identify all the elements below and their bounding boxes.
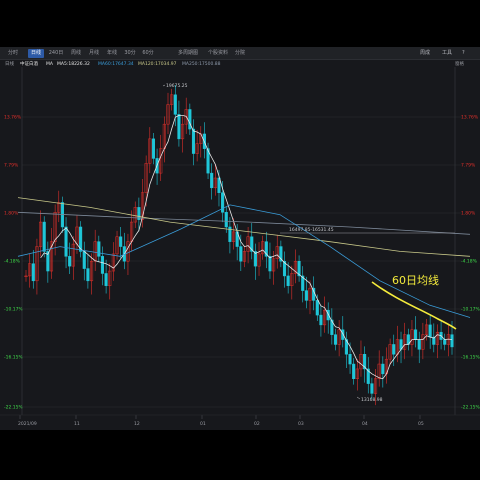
x-axis-label: 01: [200, 421, 206, 427]
high-marker: [162, 84, 166, 87]
y-axis-label-right: -22.15%: [461, 405, 480, 411]
candle-body[interactable]: [104, 273, 108, 286]
candle-body[interactable]: [333, 334, 338, 345]
candle-body[interactable]: [304, 290, 308, 301]
candle-body[interactable]: [268, 256, 272, 272]
candle-body[interactable]: [31, 263, 35, 282]
ma120-line: [17, 197, 471, 257]
candle-body[interactable]: [370, 383, 374, 394]
candle-body[interactable]: [68, 256, 72, 267]
candle-body[interactable]: [82, 251, 86, 269]
y-axis-label-right: -10.17%: [461, 307, 480, 313]
y-axis-label-left: 13.76%: [4, 115, 22, 121]
y-axis-label-left: 7.79%: [4, 163, 19, 169]
candle-body[interactable]: [100, 256, 105, 274]
candlestick-chart[interactable]: 13.76% 13.76% 7.79% 7.79% 1.80% 1.80% -4.18% -4…: [0, 47, 480, 430]
candle-body[interactable]: [173, 94, 177, 115]
candle-body[interactable]: [64, 226, 68, 257]
candle-body[interactable]: [286, 275, 290, 286]
x-axis-label: 03: [298, 421, 304, 427]
y-axis-label-right: -4.18%: [461, 259, 478, 265]
candle-body[interactable]: [352, 363, 356, 379]
candle-body[interactable]: [224, 212, 228, 228]
candle-body[interactable]: [86, 268, 90, 282]
x-axis-label: 11: [74, 421, 80, 427]
candle-body[interactable]: [119, 236, 123, 247]
candle-body[interactable]: [381, 363, 385, 375]
x-axis-label: 05: [418, 421, 424, 427]
candle-body[interactable]: [319, 314, 323, 326]
candle-body[interactable]: [392, 344, 396, 355]
candle-body[interactable]: [428, 324, 432, 338]
candle-body[interactable]: [443, 339, 447, 345]
x-axis-label: 2021/09: [18, 421, 37, 427]
candle-body[interactable]: [315, 300, 319, 316]
candle-body[interactable]: [450, 334, 454, 348]
low-marker: [356, 396, 361, 400]
y-axis-label-right: 13.76%: [461, 115, 479, 121]
ma60-annotation: 60日均线: [392, 273, 439, 287]
y-axis-label-left: -4.18%: [4, 259, 21, 265]
x-axis-label: 12: [134, 421, 140, 427]
candle-body[interactable]: [191, 128, 196, 154]
candle-body[interactable]: [348, 354, 352, 365]
candle-body[interactable]: [239, 246, 243, 262]
candle-body[interactable]: [414, 329, 418, 340]
candle-body[interactable]: [417, 339, 421, 350]
y-axis-label-left: -16.15%: [4, 355, 24, 361]
candle-body[interactable]: [210, 172, 214, 189]
candle-body[interactable]: [42, 221, 46, 252]
y-axis-label-left: 1.80%: [4, 211, 19, 217]
candle-body[interactable]: [151, 138, 155, 159]
range-label: 16497.85-16531.45: [289, 227, 334, 233]
x-axis-label: 04: [362, 421, 368, 427]
x-axis-label: 02: [254, 421, 260, 427]
y-axis-label-right: -16.15%: [461, 355, 480, 361]
candle-body[interactable]: [177, 114, 181, 140]
y-axis-label-left: -22.15%: [4, 405, 24, 411]
low-label: 13168.98: [361, 397, 383, 403]
high-label: 19675.25: [166, 83, 188, 89]
ma60-highlight-line: [371, 281, 457, 330]
y-axis-label-right: 7.79%: [461, 163, 476, 169]
candle-body[interactable]: [97, 241, 101, 257]
y-axis-label-left: -10.17%: [4, 307, 24, 313]
chart-window: 分时 日线 240日 周线 月线 年线 30分 60分 多周期图 个股资料 分院 周成 工具? 日线 中…: [0, 47, 480, 430]
y-axis-label-right: 1.80%: [461, 211, 476, 217]
